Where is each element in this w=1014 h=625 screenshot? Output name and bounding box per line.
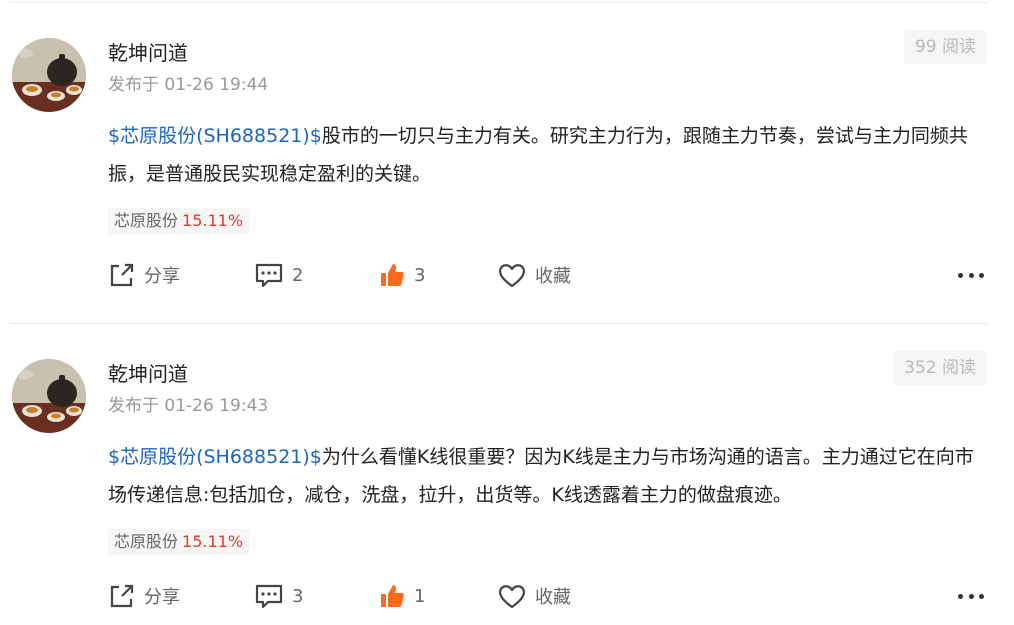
- post-content: $芯原股份(SH688521)$股市的一切只与主力有关。研究主力行为，跟随主力节…: [108, 117, 988, 193]
- like-button[interactable]: 3: [378, 260, 425, 290]
- comment-icon: [255, 263, 283, 288]
- favorite-button[interactable]: 收藏: [497, 260, 571, 290]
- avatar[interactable]: [12, 38, 86, 112]
- read-count: 99 阅读: [903, 30, 987, 64]
- share-icon: [110, 584, 134, 608]
- share-label: 分享: [144, 266, 180, 287]
- share-icon: [110, 263, 134, 287]
- stock-link[interactable]: $芯原股份(SH688521)$: [108, 446, 322, 468]
- thumbs-up-icon: [381, 264, 404, 286]
- more-icon[interactable]: [958, 270, 984, 280]
- stock-tag-name: 芯原股份: [114, 211, 179, 230]
- comment-icon: [255, 584, 283, 609]
- stock-link[interactable]: $芯原股份(SH688521)$: [108, 125, 322, 147]
- post-time: 发布于 01-26 19:44: [108, 75, 269, 95]
- share-button[interactable]: 分享: [108, 581, 180, 611]
- stock-tag[interactable]: 芯原股份 15.11%: [108, 208, 250, 234]
- favorite-button[interactable]: 收藏: [497, 581, 571, 611]
- share-label: 分享: [144, 587, 180, 608]
- like-count: 1: [414, 585, 426, 607]
- post-feed: 乾坤问道 发布于 01-26 19:44 99 阅读 $芯原股份(SH68852…: [0, 0, 1014, 625]
- post-content: $芯原股份(SH688521)$为什么看懂K线很重要？因为K线是主力与市场沟通的…: [108, 438, 988, 514]
- share-button[interactable]: 分享: [108, 260, 180, 290]
- stock-tag-change: 15.11%: [182, 532, 244, 551]
- author-name[interactable]: 乾坤问道: [108, 41, 188, 65]
- like-button[interactable]: 1: [378, 581, 425, 611]
- post-card: 乾坤问道 发布于 01-26 19:44 99 阅读 $芯原股份(SH68852…: [0, 0, 1014, 300]
- thumbs-up-icon: [381, 585, 404, 607]
- heart-icon: [499, 585, 525, 609]
- heart-icon: [499, 264, 525, 288]
- post-time: 发布于 01-26 19:43: [108, 396, 269, 416]
- stock-tag[interactable]: 芯原股份 15.11%: [108, 529, 250, 555]
- like-count: 3: [414, 264, 426, 286]
- favorite-label: 收藏: [535, 266, 571, 287]
- avatar[interactable]: [12, 359, 86, 433]
- author-name[interactable]: 乾坤问道: [108, 362, 188, 386]
- read-count: 352 阅读: [893, 351, 987, 385]
- comment-button[interactable]: 3: [254, 581, 303, 611]
- comment-count: 3: [292, 585, 304, 607]
- favorite-label: 收藏: [535, 587, 571, 608]
- comment-button[interactable]: 2: [254, 260, 303, 290]
- stock-tag-name: 芯原股份: [114, 532, 179, 551]
- stock-tag-change: 15.11%: [182, 211, 244, 230]
- comment-count: 2: [292, 264, 304, 286]
- post-card: 乾坤问道 发布于 01-26 19:43 352 阅读 $芯原股份(SH6885…: [0, 321, 1014, 621]
- more-icon[interactable]: [958, 591, 984, 601]
